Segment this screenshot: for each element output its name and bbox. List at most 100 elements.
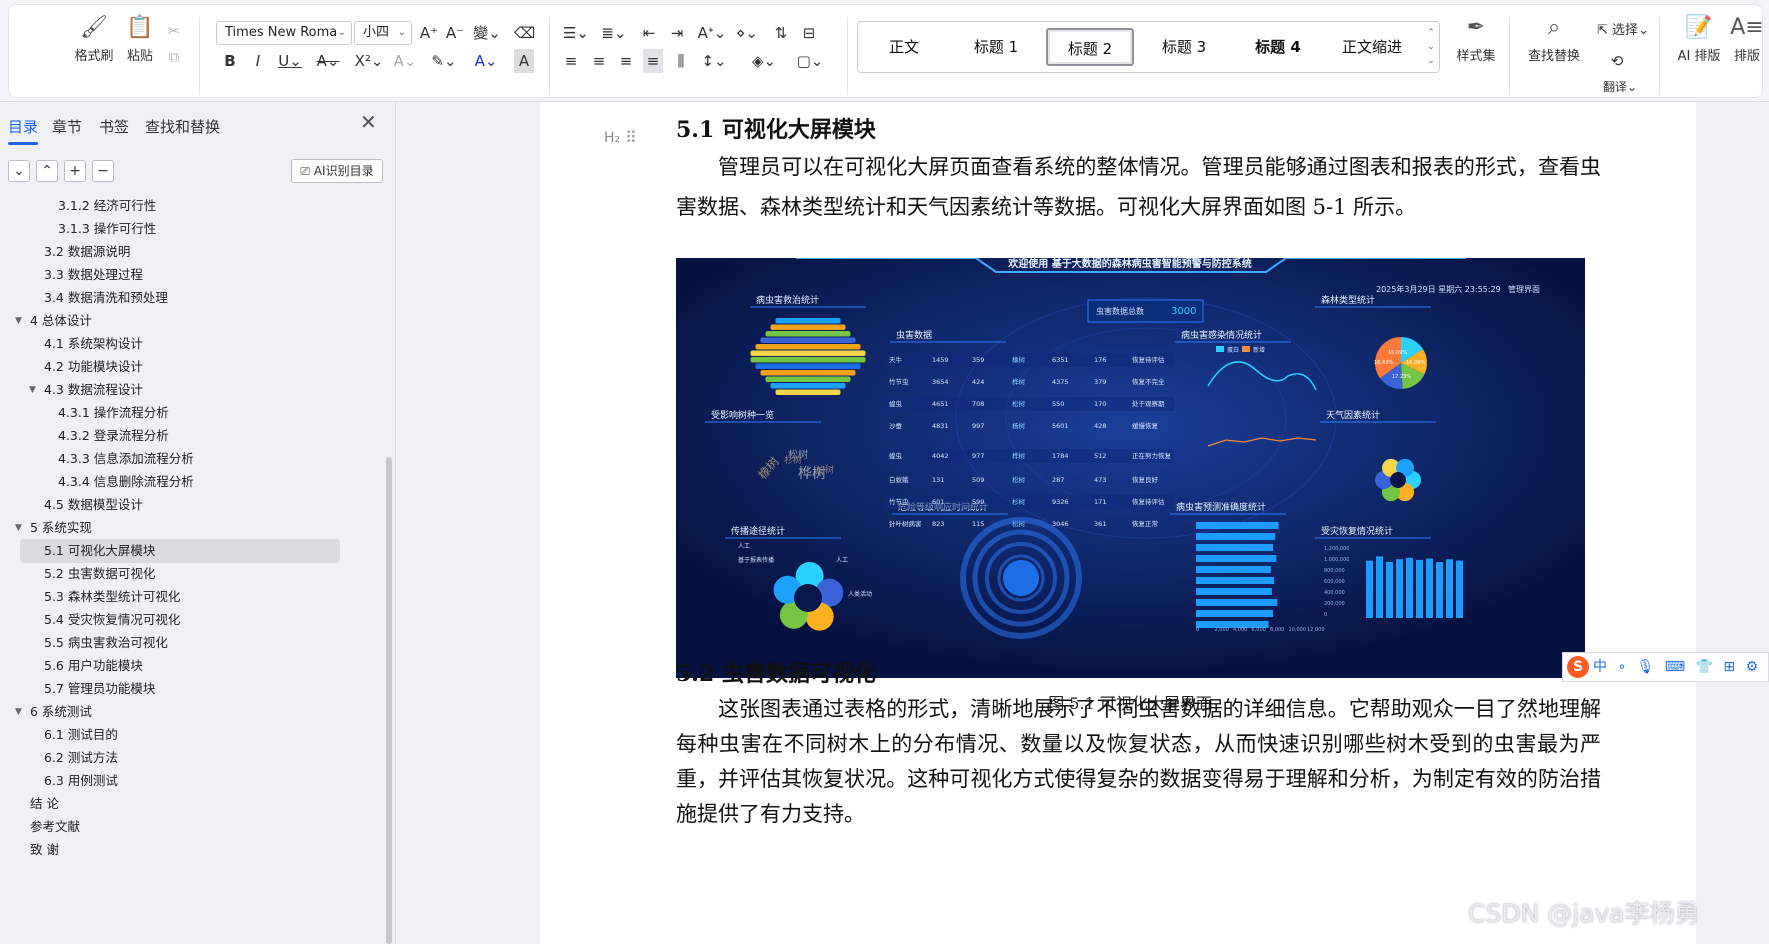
drag-handle-icon[interactable]: ⠿ xyxy=(625,128,637,147)
toc-item[interactable]: 5.7 管理员功能模块 xyxy=(44,677,155,701)
italic-icon[interactable]: I xyxy=(249,49,267,73)
eraser-icon[interactable]: ⌫ xyxy=(514,21,535,45)
toc-item[interactable]: 6.3 用例测试 xyxy=(44,769,118,793)
find-replace-button[interactable]: ⌕ 查找替换 xyxy=(1519,15,1589,64)
style-set-button[interactable]: ✒ 样式集 xyxy=(1446,15,1506,64)
shrink-font-icon[interactable]: A⁻ xyxy=(445,21,465,45)
ime-tools[interactable]: ∘ 🎙 ⌨ 👕 ⊞ ⚙ xyxy=(1617,659,1761,675)
toc-item[interactable]: 3.1.2 经济可行性 xyxy=(58,194,156,218)
text-effect-icon[interactable]: A⌄ xyxy=(393,49,417,73)
bold-icon[interactable]: B xyxy=(221,49,239,73)
styles-scroll[interactable]: ⌃ ⌄ ⌄ xyxy=(1425,26,1437,68)
toc-item[interactable]: 5.4 受灾恢复情况可视化 xyxy=(44,608,180,632)
align-right-icon[interactable]: ≡ xyxy=(616,49,636,73)
tab-find-replace[interactable]: 查找和替换 xyxy=(145,116,220,137)
distributed-icon[interactable]: ⫼ xyxy=(671,49,691,73)
toc-item[interactable]: 参考文献 xyxy=(30,815,80,839)
chinese-layout-icon[interactable]: ⋄⌄ xyxy=(735,21,759,45)
justify-icon[interactable]: ≡ xyxy=(643,49,663,73)
toc-item[interactable]: 6.2 测试方法 xyxy=(44,746,118,770)
toc-item[interactable]: 致 谢 xyxy=(30,838,59,862)
nav-scrollbar[interactable] xyxy=(386,457,392,944)
toc-item[interactable]: 5.2 虫害数据可视化 xyxy=(44,562,155,586)
translate-icon[interactable]: ⟲ xyxy=(1605,49,1629,73)
style-body-indent[interactable]: 正文缩进 xyxy=(1328,28,1416,66)
toc-item[interactable]: 4.3.2 登录流程分析 xyxy=(58,424,169,448)
font-color-icon[interactable]: A⌄ xyxy=(471,49,501,73)
toc-item[interactable]: 3.3 数据处理过程 xyxy=(44,263,143,287)
translate-button[interactable]: 翻译⌄ xyxy=(1595,75,1645,99)
style-heading-4[interactable]: 标题 4 xyxy=(1234,28,1322,66)
toc-item[interactable]: 4.1 系统架构设计 xyxy=(44,332,143,356)
decrease-indent-icon[interactable]: ⇤ xyxy=(639,21,659,45)
grow-font-icon[interactable]: A⁺ xyxy=(419,21,439,45)
style-normal[interactable]: 正文 xyxy=(860,28,948,66)
cut-icon[interactable]: ✂ xyxy=(164,19,184,43)
ai-layout-button[interactable]: 📝 AI 排版 xyxy=(1669,15,1729,64)
expand-toggle-icon[interactable]: ▼ xyxy=(15,309,22,333)
toc-item[interactable]: 4.3.3 信息添加流程分析 xyxy=(58,447,194,471)
toc-item[interactable]: 5.5 病虫害救治可视化 xyxy=(44,631,168,655)
toc-item[interactable]: 3.1.3 操作可行性 xyxy=(58,217,156,241)
toc-item[interactable]: 5.1 可视化大屏模块 xyxy=(20,539,340,563)
strikethrough-icon[interactable]: A⌄ xyxy=(313,49,343,73)
underline-icon[interactable]: U⌄ xyxy=(275,49,305,73)
divider xyxy=(1659,17,1660,95)
select-button[interactable]: ⇱ 选择⌄ xyxy=(1593,19,1653,43)
toc-item[interactable]: 3.4 数据清洗和预处理 xyxy=(44,286,168,310)
toc-item[interactable]: ▼ 5 系统实现 xyxy=(15,516,92,540)
align-left-icon[interactable]: ≡ xyxy=(561,49,581,73)
add-heading-button[interactable]: + xyxy=(64,160,86,182)
expand-up-button[interactable]: ⌃ xyxy=(36,160,58,182)
font-size-select[interactable]: 小四 ⌄ xyxy=(354,21,412,45)
format-painter-button[interactable]: 🖌 格式刷 xyxy=(69,15,119,64)
paste-button[interactable]: 📋 粘贴 xyxy=(115,15,165,64)
remove-heading-button[interactable]: − xyxy=(92,160,114,182)
show-marks-icon[interactable]: ⊟ xyxy=(799,21,819,45)
align-center-icon[interactable]: ≡ xyxy=(589,49,609,73)
ai-toc-button[interactable]: ⎚ AI识别目录 xyxy=(291,159,383,183)
toc-item[interactable]: 3.2 数据源说明 xyxy=(44,240,130,264)
numbered-list-icon[interactable]: ≣⌄ xyxy=(599,21,629,45)
ime-toolbar[interactable]: S中 ∘ 🎙 ⌨ 👕 ⊞ ⚙ xyxy=(1562,652,1769,682)
style-heading-3[interactable]: 标题 3 xyxy=(1140,28,1228,66)
expand-toggle-icon[interactable]: ▼ xyxy=(15,700,22,724)
text-direction-icon[interactable]: Aᐩ⌄ xyxy=(697,21,727,45)
highlight-icon[interactable]: ✎⌄ xyxy=(429,49,459,73)
close-icon[interactable]: ✕ xyxy=(360,110,377,134)
table-cell: 170 xyxy=(1094,400,1106,408)
tab-bookmarks[interactable]: 书签 xyxy=(99,116,129,137)
border-icon[interactable]: ▢⌄ xyxy=(795,49,825,73)
expand-toggle-icon[interactable]: ▼ xyxy=(29,378,36,402)
superscript-icon[interactable]: X²⌄ xyxy=(354,49,384,73)
document-page[interactable]: H₂ ⠿ 5.1 可视化大屏模块 管理员可以在可视化大屏页面查看系统的整体情况。… xyxy=(540,102,1769,944)
toc-item[interactable]: ▼ 4 总体设计 xyxy=(15,309,92,333)
style-heading-1[interactable]: 标题 1 xyxy=(952,28,1040,66)
toc-item[interactable]: 4.3.4 信息删除流程分析 xyxy=(58,470,194,494)
ime-mode[interactable]: 中 xyxy=(1593,659,1607,675)
toc-item[interactable]: 5.3 森林类型统计可视化 xyxy=(44,585,180,609)
toc-item[interactable]: ▼ 6 系统测试 xyxy=(15,700,92,724)
sort-icon[interactable]: ⇅ xyxy=(771,21,791,45)
tab-toc[interactable]: 目录 xyxy=(8,116,39,145)
toc-item[interactable]: ▼ 4.3 数据流程设计 xyxy=(29,378,143,402)
toc-item[interactable]: 4.3.1 操作流程分析 xyxy=(58,401,169,425)
toc-item[interactable]: 5.6 用户功能模块 xyxy=(44,654,143,678)
line-spacing-icon[interactable]: ↕⌄ xyxy=(699,49,729,73)
collapse-all-button[interactable]: ⌄ xyxy=(8,160,30,182)
tab-chapters[interactable]: 章节 xyxy=(52,116,82,137)
toc-item[interactable]: 结 论 xyxy=(30,792,59,816)
copy-icon[interactable]: ⧉ xyxy=(164,45,184,69)
toc-item[interactable]: 4.5 数据模型设计 xyxy=(44,493,143,517)
style-heading-2[interactable]: 标题 2 xyxy=(1046,28,1134,66)
toc-item[interactable]: 4.2 功能模块设计 xyxy=(44,355,143,379)
shading-icon[interactable]: ◈⌄ xyxy=(749,49,779,73)
expand-toggle-icon[interactable]: ▼ xyxy=(15,516,22,540)
font-family-select[interactable]: Times New Roma ⌄ xyxy=(216,21,352,45)
char-shading-icon[interactable]: A xyxy=(514,49,534,73)
toc-item[interactable]: 6.1 测试目的 xyxy=(44,723,118,747)
layout-button[interactable]: A≡ 排版 xyxy=(1727,15,1767,64)
increase-indent-icon[interactable]: ⇥ xyxy=(667,21,687,45)
bullet-list-icon[interactable]: ☰⌄ xyxy=(561,21,591,45)
phonetic-icon[interactable]: 變⌄ xyxy=(472,21,502,45)
